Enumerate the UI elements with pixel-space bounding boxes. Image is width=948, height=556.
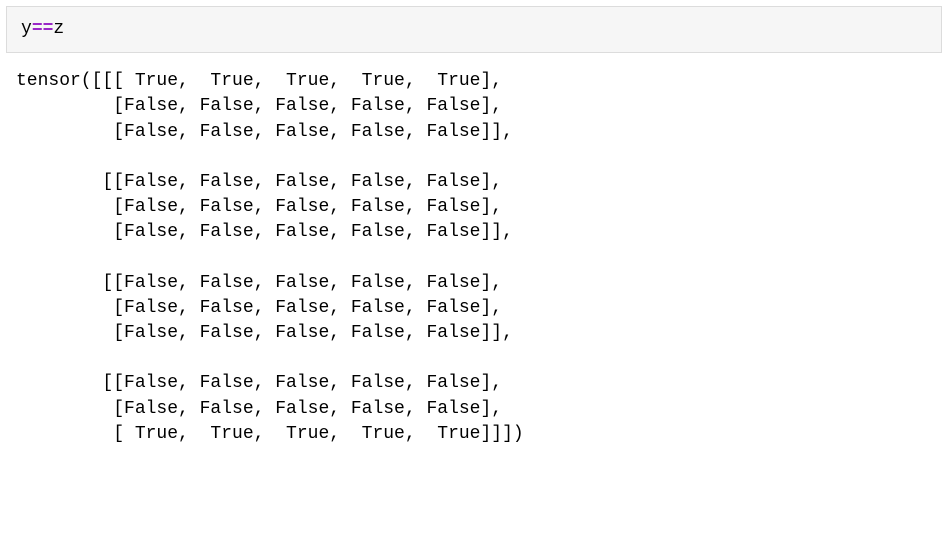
code-token-rhs: z <box>53 19 64 39</box>
code-line: y==z <box>21 17 927 42</box>
code-token-operator: == <box>32 19 54 39</box>
code-output: tensor([[[ True, True, True, True, True]… <box>0 53 948 447</box>
code-token-lhs: y <box>21 19 32 39</box>
code-input-cell[interactable]: y==z <box>6 6 942 53</box>
